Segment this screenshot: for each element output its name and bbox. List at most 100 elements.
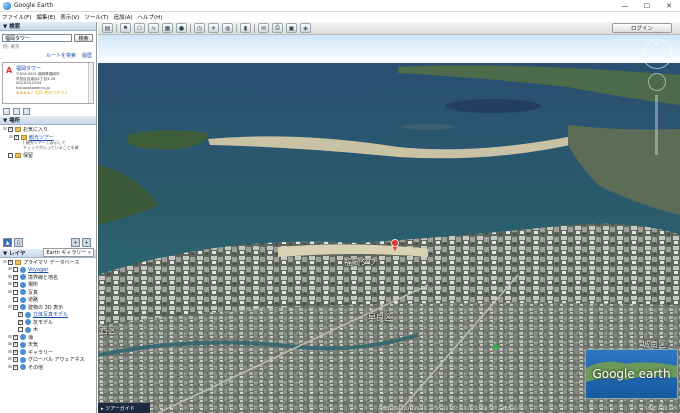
earth-gallery-button[interactable]: Earth ギャラリー » (43, 248, 94, 258)
layer-item[interactable]: ⊞ ✓ その他 (3, 364, 93, 372)
checkbox[interactable]: ✓ (13, 349, 18, 355)
zoom-in-icon[interactable]: + (71, 238, 80, 248)
layer-item[interactable]: ⊞ 写真 (3, 289, 93, 297)
layer-item[interactable]: ✓ 灰モデル (3, 319, 93, 327)
layer-item-label[interactable]: Voyager (28, 267, 48, 273)
menu-tools[interactable]: ツール(T) (84, 13, 108, 21)
zoom-out-icon[interactable]: + (82, 238, 91, 248)
add-folder-icon[interactable] (3, 108, 10, 115)
checkbox[interactable]: ✓ (18, 319, 23, 325)
minimize-button[interactable]: — (614, 0, 636, 12)
checkbox[interactable]: ✓ (13, 304, 18, 310)
layer-item-label[interactable]: 立体写真モデル (33, 311, 68, 318)
checkbox[interactable] (8, 153, 13, 159)
menu-view[interactable]: 表示(V) (60, 13, 79, 21)
checkbox[interactable]: ✓ (13, 274, 18, 280)
panel-view-icon[interactable]: ▯ (14, 238, 23, 248)
layer-icon (25, 319, 31, 326)
zoom-slider[interactable] (655, 95, 658, 155)
maps-icon[interactable]: ◈ (300, 23, 311, 33)
places-item[interactable]: ⊟ ✓ お気に入り (3, 126, 93, 134)
layer-item[interactable]: ⊟ ✓ プライマリ データベース (3, 259, 93, 267)
menu-file[interactable]: ファイル(F) (2, 13, 31, 21)
print-results-icon[interactable] (23, 108, 30, 115)
print-icon[interactable]: ⎙ (272, 23, 283, 33)
sun-icon[interactable]: ☀ (208, 23, 219, 33)
checkbox[interactable]: ✓ (8, 127, 13, 133)
checkbox[interactable]: ✓ (18, 312, 23, 318)
checkbox[interactable] (13, 297, 18, 303)
sidebar-view-icon[interactable]: ▲ (3, 238, 12, 248)
sidebar-icon[interactable]: ▤ (102, 23, 113, 33)
checkbox[interactable]: ✓ (14, 134, 19, 140)
layer-icon (20, 349, 26, 356)
copy-icon[interactable] (13, 108, 20, 115)
places-item[interactable]: 保留 (3, 152, 93, 160)
compass-icon[interactable]: N (642, 39, 672, 69)
menu-edit[interactable]: 編集(E) (36, 13, 55, 21)
search-input[interactable] (2, 34, 72, 42)
label-sawara-ku[interactable]: 早良区 (368, 312, 392, 323)
placemark-marker-icon[interactable] (391, 239, 399, 247)
checkbox[interactable]: ✓ (8, 259, 13, 265)
tour-guide-button[interactable]: ▸ ツアーガイド (98, 403, 150, 413)
login-button[interactable]: ログイン (612, 23, 672, 33)
layer-item[interactable]: ⊞ ✓ ギャラリー (3, 349, 93, 357)
checkbox[interactable]: ✓ (13, 334, 18, 340)
layer-item[interactable]: ⊞ ✓ 海 (3, 334, 93, 342)
layer-item[interactable]: ✓ 立体写真モデル (3, 311, 93, 319)
places-item-label: お気に入り (23, 127, 49, 134)
history-icon[interactable]: ◷ (194, 23, 205, 33)
history-link[interactable]: 履歴 (82, 52, 92, 59)
search-result[interactable]: A 福岡タワー 〒814-0001 福岡県福岡市 早良区百道浜2丁目3-26 0… (2, 62, 94, 104)
planets-icon[interactable]: ◍ (222, 23, 233, 33)
layer-icon (25, 326, 31, 333)
places-tree: ⊟ ✓ お気に入り ⊟ ✓ 観光ツアー [ 観光ツアー ] 表示して チェックが… (0, 125, 96, 161)
ruler-icon[interactable]: ▮ (240, 23, 251, 33)
result-marker-icon: A (6, 66, 13, 75)
map-viewport[interactable]: 福岡タワ 早良区 西区 城南区 N Google earth ▸ ツアーガイド … (98, 35, 680, 413)
overlay-icon[interactable]: ▦ (162, 23, 173, 33)
checkbox[interactable] (18, 327, 23, 333)
sandbar (402, 124, 454, 130)
layer-item[interactable]: ⊟ ✓ 建物の 3D 表示 (3, 304, 93, 312)
checkbox[interactable] (13, 289, 18, 295)
result-title[interactable]: 福岡タワー (16, 65, 90, 72)
label-nishi-ku[interactable]: 西区 (100, 325, 116, 336)
menu-add[interactable]: 追加(A) (113, 13, 132, 21)
layer-item-label: 海 (28, 334, 34, 341)
layer-item[interactable]: ⊞ ✓ 場所 (3, 281, 93, 289)
menu-help[interactable]: ヘルプ(H) (138, 13, 163, 21)
label-fukuoka-tower[interactable]: 福岡タワ (344, 257, 376, 268)
look-joystick-icon[interactable] (648, 73, 666, 91)
close-button[interactable]: ✕ (658, 0, 680, 12)
places-panel-header[interactable]: ▼ 場所 (0, 116, 96, 125)
checkbox[interactable]: ✓ (13, 282, 18, 288)
save-image-icon[interactable]: ▣ (286, 23, 297, 33)
layers-panel-header[interactable]: ▼ レイヤ Earth ギャラリー » (0, 248, 96, 258)
checkbox[interactable]: ✓ (13, 364, 18, 370)
overview-map[interactable]: Google earth (585, 349, 678, 399)
layer-item[interactable]: ⊞ Voyager (3, 266, 93, 274)
layer-item-label: 灰モデル (33, 319, 54, 326)
polygon-icon[interactable]: ⬠ (134, 23, 145, 33)
placemark-icon[interactable]: ⚑ (120, 23, 131, 33)
path-icon[interactable]: ∿ (148, 23, 159, 33)
layer-item[interactable]: ⊞ ✓ 天気 (3, 341, 93, 349)
search-panel-header[interactable]: ▼ 検索 (0, 22, 96, 31)
route-search-link[interactable]: ルートを検索 (46, 52, 76, 59)
layer-item[interactable]: ⊞ ✓ グローバル アウェアネス (3, 356, 93, 364)
search-button[interactable]: 検索 (74, 34, 93, 42)
email-icon[interactable]: ✉ (258, 23, 269, 33)
layer-item[interactable]: ⊞ ✓ 境界線と地名 (3, 274, 93, 282)
checkbox[interactable] (13, 267, 18, 273)
record-tour-icon[interactable]: ● (176, 23, 187, 33)
result-scrollbar[interactable] (88, 63, 93, 103)
layer-item-label: その他 (28, 364, 44, 371)
layer-item-label: プライマリ データベース (23, 259, 80, 266)
maximize-button[interactable]: ☐ (636, 0, 658, 12)
checkbox[interactable]: ✓ (13, 342, 18, 348)
layer-item[interactable]: 木 (3, 326, 93, 334)
checkbox[interactable]: ✓ (13, 357, 18, 363)
layer-item[interactable]: 道路 (3, 296, 93, 304)
